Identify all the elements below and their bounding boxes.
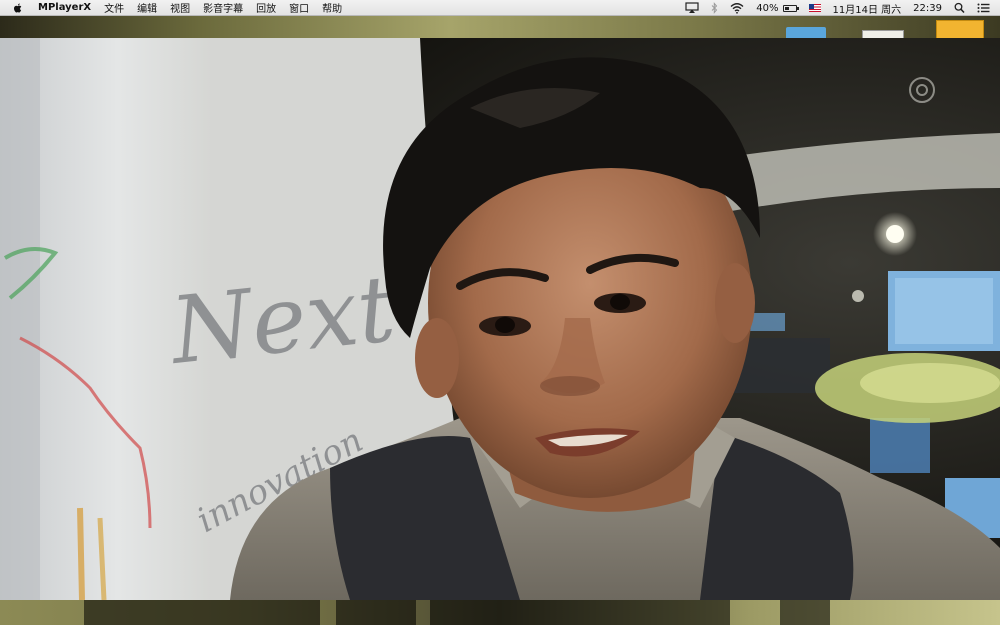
menu-file[interactable]: 文件 xyxy=(104,0,124,15)
us-flag-icon[interactable] xyxy=(808,4,821,12)
menubar-time[interactable]: 22:39 xyxy=(913,3,942,14)
spotlight-search-icon[interactable] xyxy=(954,2,965,14)
menu-edit[interactable]: 编辑 xyxy=(137,0,157,15)
airplay-icon[interactable] xyxy=(685,2,699,14)
desktop-background-top xyxy=(0,16,1000,38)
desktop-file-icon[interactable] xyxy=(936,20,984,40)
menu-bar: MPlayerX 文件 编辑 视图 影音字幕 回放 窗口 帮助 40% 11月1… xyxy=(0,0,1000,16)
desktop-folder-icon[interactable] xyxy=(786,27,826,38)
app-menu-mplayerx[interactable]: MPlayerX xyxy=(38,2,91,13)
menu-view[interactable]: 视图 xyxy=(170,0,190,15)
menu-help[interactable]: 帮助 xyxy=(322,0,342,15)
bluetooth-icon[interactable] xyxy=(711,2,718,14)
battery-percent: 40% xyxy=(756,2,779,14)
video-frame[interactable]: Next innovation xyxy=(0,38,1000,600)
menu-playback[interactable]: 回放 xyxy=(256,0,276,15)
menu-window[interactable]: 窗口 xyxy=(289,0,309,15)
menubar-date[interactable]: 11月14日 周六 xyxy=(833,1,902,16)
wifi-icon[interactable] xyxy=(730,2,744,14)
menu-media-subtitles[interactable]: 影音字幕 xyxy=(203,0,243,15)
desktop-background-bottom xyxy=(0,600,1000,625)
apple-icon[interactable] xyxy=(12,2,24,14)
notification-center-icon[interactable] xyxy=(977,2,990,14)
battery-icon[interactable] xyxy=(782,4,799,12)
battery-level-fill xyxy=(784,6,789,10)
